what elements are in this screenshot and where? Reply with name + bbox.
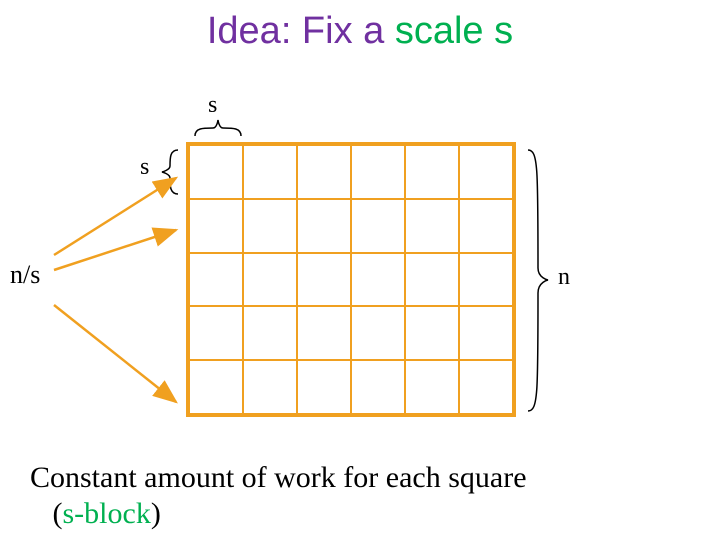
grid-cell — [297, 199, 351, 253]
title-part1: Idea: Fix a — [207, 10, 395, 52]
grid-cell — [351, 306, 405, 360]
grid-cell — [189, 253, 243, 307]
label-s-top: s — [208, 92, 217, 119]
grid-cell — [189, 360, 243, 414]
grid-cell — [405, 199, 459, 253]
grid-cell — [243, 253, 297, 307]
grid-cell — [351, 360, 405, 414]
footer-close: ) — [151, 497, 161, 530]
grid — [186, 142, 516, 417]
grid-cell — [351, 253, 405, 307]
grid-cell — [297, 306, 351, 360]
brace-top-icon — [193, 118, 243, 138]
grid-cell — [351, 145, 405, 199]
grid-cell — [297, 253, 351, 307]
grid-cell — [405, 253, 459, 307]
grid-cell — [351, 199, 405, 253]
grid-cell — [459, 145, 513, 199]
footer-open: ( — [53, 497, 63, 530]
label-n-right: n — [558, 264, 570, 291]
grid-cell — [189, 145, 243, 199]
grid-cell — [405, 145, 459, 199]
grid-cell — [243, 199, 297, 253]
grid-cell — [459, 306, 513, 360]
grid-cell — [297, 360, 351, 414]
grid-cell — [405, 306, 459, 360]
grid-cell — [243, 306, 297, 360]
title-part2: scale s — [395, 10, 513, 52]
footer-text: Constant amount of work for each square … — [30, 460, 690, 532]
brace-right-icon — [524, 148, 550, 413]
grid-cell — [189, 199, 243, 253]
footer-line1: Constant amount of work for each square — [30, 461, 527, 494]
grid-cell — [189, 306, 243, 360]
grid-cell — [459, 253, 513, 307]
footer-sblock: s-block — [63, 497, 151, 530]
grid-cell — [297, 145, 351, 199]
grid-cell — [405, 360, 459, 414]
slide-title: Idea: Fix a scale s — [0, 10, 720, 53]
arrows-icon — [36, 170, 186, 410]
grid-cell — [243, 360, 297, 414]
grid-cell — [459, 199, 513, 253]
grid-cell — [243, 145, 297, 199]
grid-cell — [459, 360, 513, 414]
